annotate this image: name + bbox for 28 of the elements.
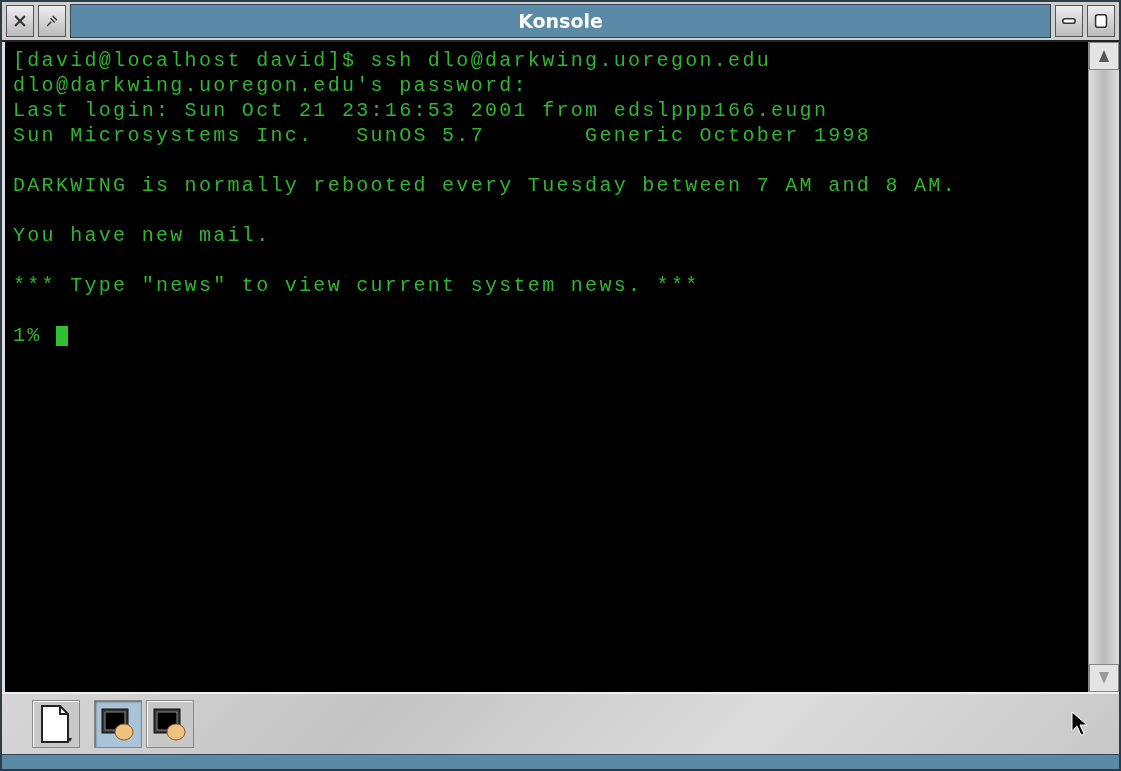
- terminal-line: *** Type "news" to view current system news. ***: [13, 273, 701, 298]
- terminal-line: Sun Microsystems Inc. SunOS 5.7 Generic October 1998: [13, 123, 873, 148]
- terminal-line: [david@localhost david]$ ssh dlo@darkwing.uoregon.edu: [13, 48, 772, 73]
- close-button[interactable]: [6, 5, 34, 37]
- terminal-hand-icon: [100, 706, 136, 742]
- terminal-line: You have new mail.: [13, 223, 272, 248]
- terminal-line: dlo@darkwing.uoregon.edu's password:: [13, 73, 529, 98]
- terminal-hand-icon: [152, 706, 188, 742]
- up-arrow-icon: [1098, 49, 1110, 63]
- new-session-button[interactable]: [32, 700, 80, 748]
- scroll-up-button[interactable]: [1089, 42, 1119, 70]
- pin-button[interactable]: [38, 5, 66, 37]
- shell-prompt: 1%: [13, 323, 42, 348]
- document-icon: [38, 704, 74, 744]
- maximize-icon: [1094, 11, 1108, 31]
- mouse-pointer-icon: [1071, 711, 1089, 737]
- terminal-line: DARKWING is normally rebooted every Tuesday between 7 AM and 8 AM.: [13, 173, 958, 198]
- scrollbar[interactable]: [1088, 42, 1119, 692]
- down-arrow-icon: [1098, 671, 1110, 685]
- window-title: Konsole: [518, 10, 603, 32]
- text-cursor: [55, 325, 68, 346]
- session-button[interactable]: [94, 700, 142, 748]
- scroll-down-button[interactable]: [1089, 664, 1119, 692]
- minimize-icon: [1062, 16, 1076, 26]
- minimize-button[interactable]: [1055, 5, 1083, 37]
- terminal-line: Last login: Sun Oct 21 23:16:53 2001 from edslppp166.eugn: [13, 98, 830, 123]
- maximize-button[interactable]: [1087, 5, 1115, 37]
- session-button[interactable]: [146, 700, 194, 748]
